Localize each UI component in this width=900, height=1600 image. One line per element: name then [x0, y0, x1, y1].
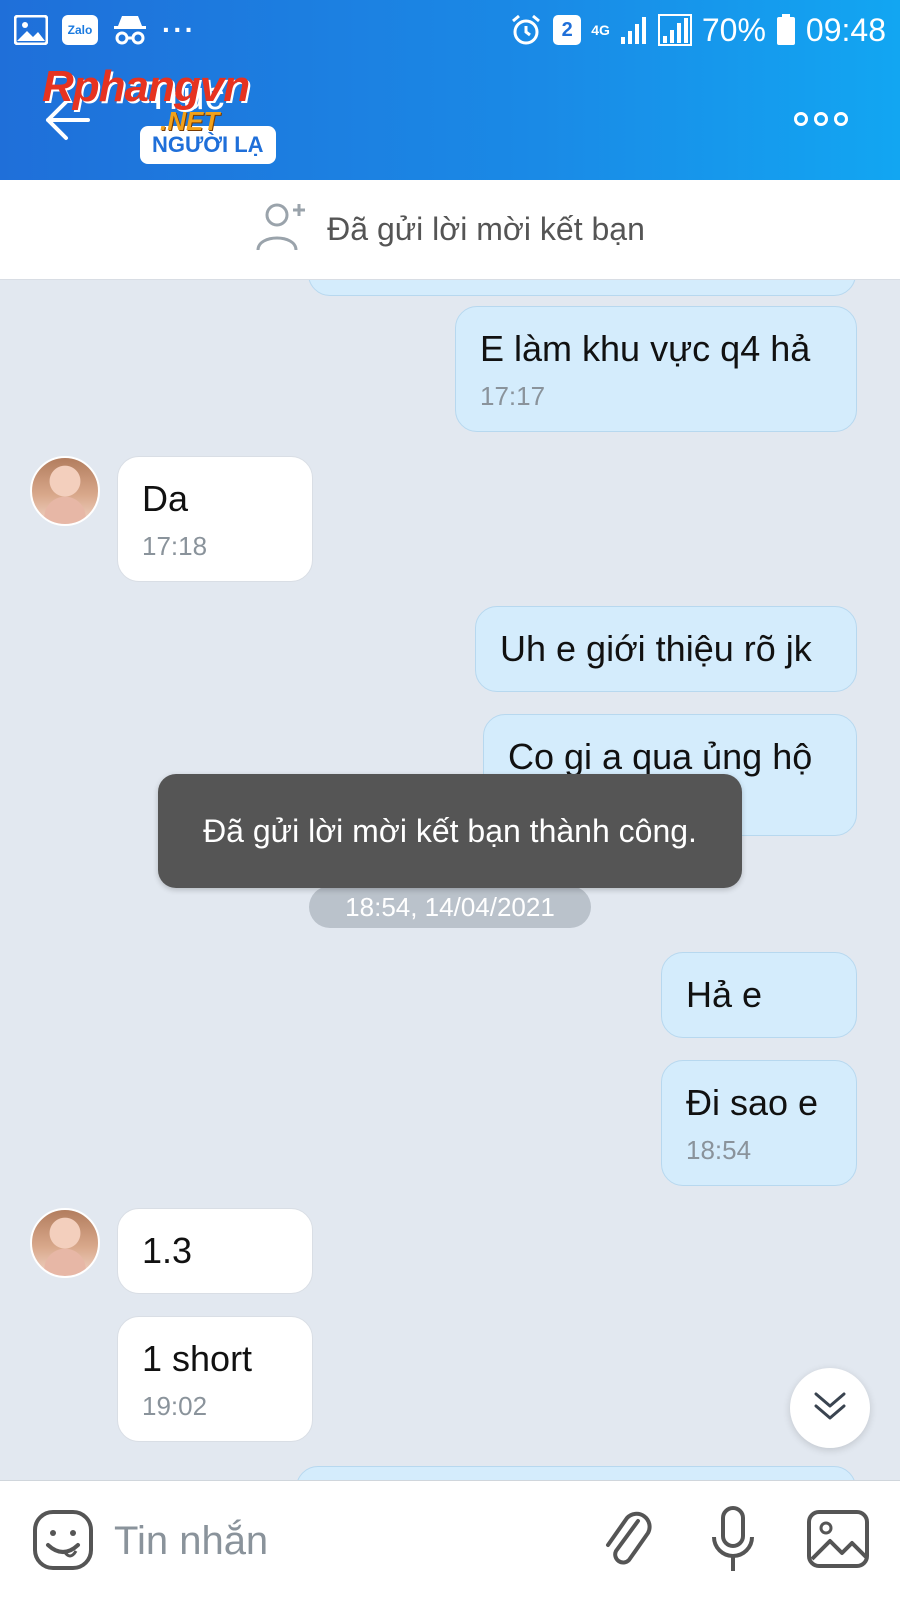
- more-options-icon[interactable]: [794, 112, 848, 126]
- message-text: Da: [142, 478, 189, 519]
- scroll-to-bottom-button[interactable]: [790, 1368, 870, 1448]
- alarm-icon: [509, 13, 543, 47]
- watermark-logo-sub: .NET: [160, 106, 220, 136]
- notification-badge: 2: [553, 15, 582, 45]
- add-friend-icon: [255, 200, 309, 260]
- message-bubble[interactable]: Đi sao e 18:54: [661, 1060, 857, 1186]
- message-text: Đi sao e: [686, 1082, 819, 1123]
- message-time: 17:17: [480, 381, 546, 411]
- message-bubble[interactable]: [296, 1466, 856, 1480]
- date-separator: 18:54, 14/04/2021: [309, 886, 591, 928]
- incognito-icon: [112, 14, 148, 46]
- message-text: Co gi a qua ủng hộ: [508, 736, 813, 777]
- message-time: 19:02: [142, 1391, 208, 1421]
- zalo-icon: Zalo: [62, 15, 98, 45]
- signal-icon: [620, 15, 648, 45]
- status-bar: Zalo ··· 2 4G 70% 09:48: [0, 0, 900, 60]
- clock: 09:48: [805, 11, 886, 48]
- gallery-icon: [14, 15, 48, 45]
- microphone-icon[interactable]: [708, 1505, 758, 1575]
- message-input-bar: [0, 1480, 900, 1600]
- message-bubble[interactable]: Uh e giới thiệu rõ jk: [475, 606, 857, 692]
- friend-request-banner: Đã gửi lời mời kết bạn: [0, 180, 900, 280]
- message-text: 1 short: [142, 1338, 253, 1379]
- image-icon[interactable]: [806, 1509, 870, 1569]
- attachment-icon[interactable]: [600, 1507, 656, 1573]
- message-text: E làm khu vực q4 hả: [480, 328, 811, 369]
- sticker-icon[interactable]: [32, 1509, 94, 1571]
- message-bubble[interactable]: Da 17:18: [117, 456, 313, 582]
- chevron-double-down-icon: [810, 1388, 850, 1429]
- message-input[interactable]: [114, 1511, 554, 1571]
- watermark-logo: Rphangvn: [42, 62, 250, 111]
- friend-request-text: Đã gửi lời mời kết bạn: [327, 211, 645, 247]
- contact-avatar[interactable]: [30, 1208, 100, 1278]
- message-bubble[interactable]: 1.3: [117, 1208, 313, 1294]
- message-text: Hả e: [686, 974, 763, 1015]
- message-text: 1.3: [142, 1230, 193, 1271]
- message-bubble[interactable]: E làm khu vực q4 hả 17:17: [455, 306, 857, 432]
- status-overflow: ···: [162, 14, 196, 45]
- network-label: 4G: [591, 22, 610, 38]
- message-bubble[interactable]: 1 short 19:02: [117, 1316, 313, 1442]
- message-bubble[interactable]: Hả e: [661, 952, 857, 1038]
- top-bar: Zalo ··· 2 4G 70% 09:48 Trúc NGƯỜI LẠ Rp…: [0, 0, 900, 180]
- signal-icon-2: [657, 14, 692, 46]
- message-bubble[interactable]: [308, 280, 856, 296]
- message-time: 18:54: [686, 1135, 752, 1165]
- battery-percent: 70%: [701, 11, 766, 48]
- message-time: 17:18: [142, 531, 208, 561]
- toast-message: Đã gửi lời mời kết bạn thành công.: [158, 774, 742, 888]
- chat-header: Trúc NGƯỜI LẠ Rphangvn .NET: [0, 60, 900, 180]
- message-text: Uh e giới thiệu rõ jk: [500, 628, 812, 669]
- battery-icon: [776, 14, 796, 46]
- contact-avatar[interactable]: [30, 456, 100, 526]
